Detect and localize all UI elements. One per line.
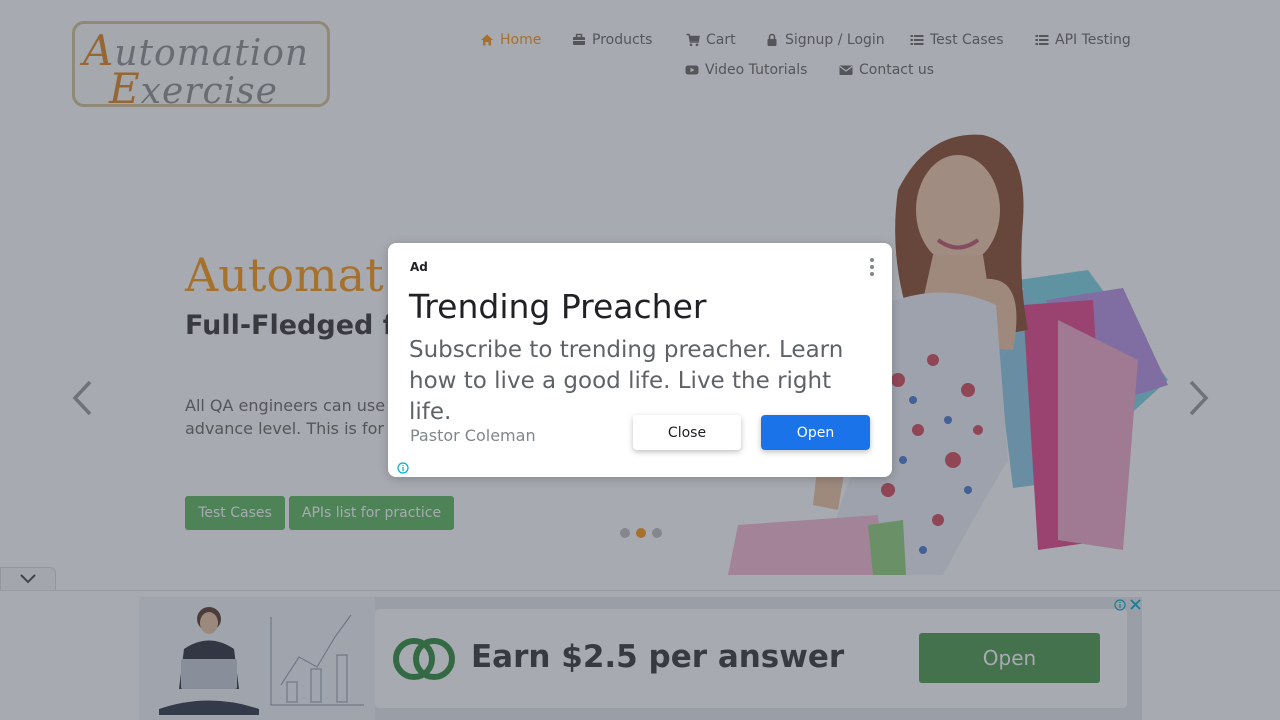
ad-label: Ad: [410, 260, 428, 274]
ad-title: Trending Preacher: [409, 287, 707, 326]
ad-advertiser: Pastor Coleman: [410, 426, 536, 445]
adchoices-info-icon[interactable]: [397, 462, 409, 474]
ad-open-button-primary[interactable]: Open: [761, 415, 870, 450]
page: Automation Exercise Home Products Cart S…: [0, 0, 1280, 720]
more-options-icon[interactable]: [868, 257, 876, 277]
ad-dialog: Ad Trending Preacher Subscribe to trendi…: [388, 243, 892, 477]
ad-close-button[interactable]: Close: [633, 415, 741, 450]
